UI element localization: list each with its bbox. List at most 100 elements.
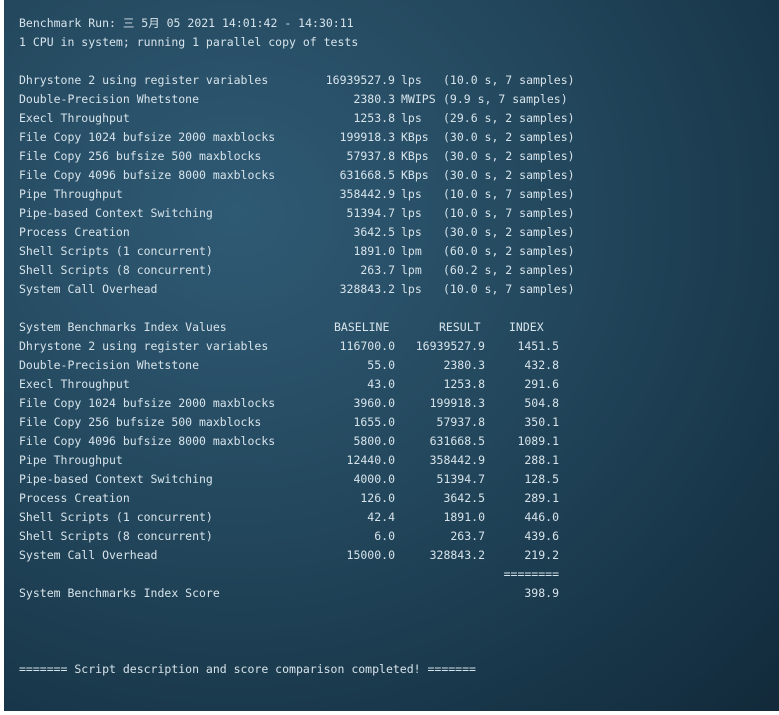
- index-row-baseline: 1655.0: [353, 415, 395, 429]
- index-row-index: 219.2: [524, 548, 559, 562]
- raw-result-value: 328843.2: [339, 282, 395, 296]
- raw-result-value: 57937.8: [346, 149, 395, 163]
- raw-result-info: (10.0 s, 7 samples): [443, 206, 575, 220]
- index-row-index: 350.1: [524, 415, 559, 429]
- raw-result-info: (30.0 s, 2 samples): [443, 225, 575, 239]
- index-row-baseline: 15000.0: [346, 548, 395, 562]
- raw-result-name: Shell Scripts (1 concurrent): [19, 244, 213, 258]
- raw-result-info: (10.0 s, 7 samples): [443, 73, 575, 87]
- index-row-name: Pipe-based Context Switching: [19, 472, 213, 486]
- index-row: Dhrystone 2 using register variables 1167…: [19, 337, 579, 356]
- col-index-header: INDEX: [509, 320, 544, 334]
- index-row: File Copy 4096 bufsize 8000 maxblocks 580…: [19, 432, 579, 451]
- raw-result-info: (30.0 s, 2 samples): [443, 130, 575, 144]
- index-row: Pipe-based Context Switching 4000.0 51394.…: [19, 470, 579, 489]
- index-row-name: Shell Scripts (1 concurrent): [19, 510, 213, 524]
- raw-result-name: Pipe-based Context Switching: [19, 206, 213, 220]
- index-row-index: 288.1: [524, 453, 559, 467]
- raw-result-unit: lpm: [401, 263, 422, 277]
- index-row-baseline: 4000.0: [353, 472, 395, 486]
- index-row: Shell Scripts (8 concurrent) 6.0 263.7 439.…: [19, 527, 579, 546]
- raw-result-row: Shell Scripts (8 concurrent) 263.7 lpm (60.…: [19, 261, 579, 280]
- raw-result-unit: KBps: [401, 149, 429, 163]
- index-row: File Copy 256 bufsize 500 maxblocks 1655.…: [19, 413, 579, 432]
- raw-result-name: Dhrystone 2 using register variables: [19, 73, 269, 87]
- raw-result-value: 3642.5: [353, 225, 395, 239]
- index-row-name: File Copy 4096 bufsize 8000 maxblocks: [19, 434, 276, 448]
- raw-result-value: 199918.3: [339, 130, 395, 144]
- raw-result-unit: lps: [401, 187, 422, 201]
- index-row-baseline: 3960.0: [353, 396, 395, 410]
- raw-result-name: File Copy 256 bufsize 500 maxblocks: [19, 149, 262, 163]
- index-row-index: 1089.1: [517, 434, 559, 448]
- raw-result-info: (30.0 s, 2 samples): [443, 149, 575, 163]
- index-row: Execl Throughput 43.0 1253.8 291.6: [19, 375, 579, 394]
- raw-result-value: 263.7: [360, 263, 395, 277]
- index-row: Double-Precision Whetstone 55.0 2380.3 432.…: [19, 356, 579, 375]
- index-row-name: Process Creation: [19, 491, 130, 505]
- index-row-name: Execl Throughput: [19, 377, 130, 391]
- raw-result-info: (10.0 s, 7 samples): [443, 187, 575, 201]
- benchmark-run-line: Benchmark Run: 三 5月 05 2021 14:01:42 - 1…: [19, 16, 354, 30]
- raw-result-row: Execl Throughput 1253.8 lps (29.6 s, 2 samp…: [19, 109, 579, 128]
- raw-result-unit: MWIPS: [401, 92, 436, 106]
- raw-result-value: 1891.0: [353, 244, 395, 258]
- raw-result-unit: KBps: [401, 130, 429, 144]
- index-row-index: 504.8: [524, 396, 559, 410]
- raw-result-name: Process Creation: [19, 225, 130, 239]
- raw-result-name: File Copy 4096 bufsize 8000 maxblocks: [19, 168, 276, 182]
- raw-result-row: Shell Scripts (1 concurrent) 1891.0 lpm (60…: [19, 242, 579, 261]
- raw-result-value: 631668.5: [339, 168, 395, 182]
- raw-result-name: Shell Scripts (8 concurrent): [19, 263, 213, 277]
- raw-result-row: File Copy 4096 bufsize 8000 maxblocks 631…: [19, 166, 579, 185]
- cpu-info-line: 1 CPU in system; running 1 parallel copy…: [19, 35, 359, 49]
- index-row-index: 432.8: [524, 358, 559, 372]
- col-result-header: RESULT: [439, 320, 481, 334]
- index-row-name: Pipe Throughput: [19, 453, 123, 467]
- index-row-index: 128.5: [524, 472, 559, 486]
- index-row: File Copy 1024 bufsize 2000 maxblocks 396…: [19, 394, 579, 413]
- raw-result-value: 16939527.9: [325, 73, 395, 87]
- index-row-baseline: 42.4: [367, 510, 395, 524]
- index-score-label: System Benchmarks Index Score: [19, 586, 220, 600]
- index-row-name: File Copy 256 bufsize 500 maxblocks: [19, 415, 262, 429]
- raw-result-value: 1253.8: [353, 111, 395, 125]
- raw-result-row: File Copy 256 bufsize 500 maxblocks 57937…: [19, 147, 579, 166]
- raw-result-row: Dhrystone 2 using register variables 1693…: [19, 71, 579, 90]
- raw-result-name: Pipe Throughput: [19, 187, 123, 201]
- index-row-name: File Copy 1024 bufsize 2000 maxblocks: [19, 396, 276, 410]
- index-row: Shell Scripts (1 concurrent) 42.4 1891.0 44…: [19, 508, 579, 527]
- terminal-window: ----------------------------------------…: [4, 0, 779, 711]
- raw-result-row: System Call Overhead 328843.2 lps (10.0 s, …: [19, 280, 579, 299]
- raw-result-info: (9.9 s, 7 samples): [443, 92, 568, 106]
- raw-result-name: Execl Throughput: [19, 111, 130, 125]
- index-score-value: 398.9: [524, 586, 559, 600]
- raw-result-unit: lps: [401, 73, 422, 87]
- raw-result-name: File Copy 1024 bufsize 2000 maxblocks: [19, 130, 276, 144]
- raw-result-info: (60.0 s, 2 samples): [443, 244, 575, 258]
- raw-result-row: Pipe-based Context Switching 51394.7 lps (1…: [19, 204, 579, 223]
- top-rule: ----------------------------------------…: [19, 0, 518, 5]
- index-row: Pipe Throughput 12440.0 358442.9 288.1: [19, 451, 579, 470]
- raw-result-info: (30.0 s, 2 samples): [443, 168, 575, 182]
- raw-result-value: 51394.7: [346, 206, 395, 220]
- index-row-baseline: 12440.0: [346, 453, 395, 467]
- index-row-index: 291.6: [524, 377, 559, 391]
- raw-result-value: 2380.3: [353, 92, 395, 106]
- completion-message: ======= Script description and score com…: [19, 662, 476, 676]
- index-row-name: Double-Precision Whetstone: [19, 358, 200, 372]
- index-row-name: Shell Scripts (8 concurrent): [19, 529, 213, 543]
- index-separator: ========: [503, 567, 559, 581]
- index-separator-line: ========: [19, 565, 579, 584]
- index-table-header: System Benchmarks Index Values BASELINE …: [19, 318, 579, 337]
- raw-result-name: System Call Overhead: [19, 282, 158, 296]
- index-row-baseline: 6.0: [374, 529, 395, 543]
- raw-result-row: Process Creation 3642.5 lps (30.0 s, 2 samp…: [19, 223, 579, 242]
- index-row-baseline: 116700.0: [339, 339, 395, 353]
- raw-result-info: (60.2 s, 2 samples): [443, 263, 575, 277]
- index-row-name: Dhrystone 2 using register variables: [19, 339, 269, 353]
- raw-result-name: Double-Precision Whetstone: [19, 92, 200, 106]
- raw-result-info: (10.0 s, 7 samples): [443, 282, 575, 296]
- raw-result-row: Pipe Throughput 358442.9 lps (10.0 s, 7 sam…: [19, 185, 579, 204]
- raw-result-row: Double-Precision Whetstone 2380.3 MWIPS (9.…: [19, 90, 579, 109]
